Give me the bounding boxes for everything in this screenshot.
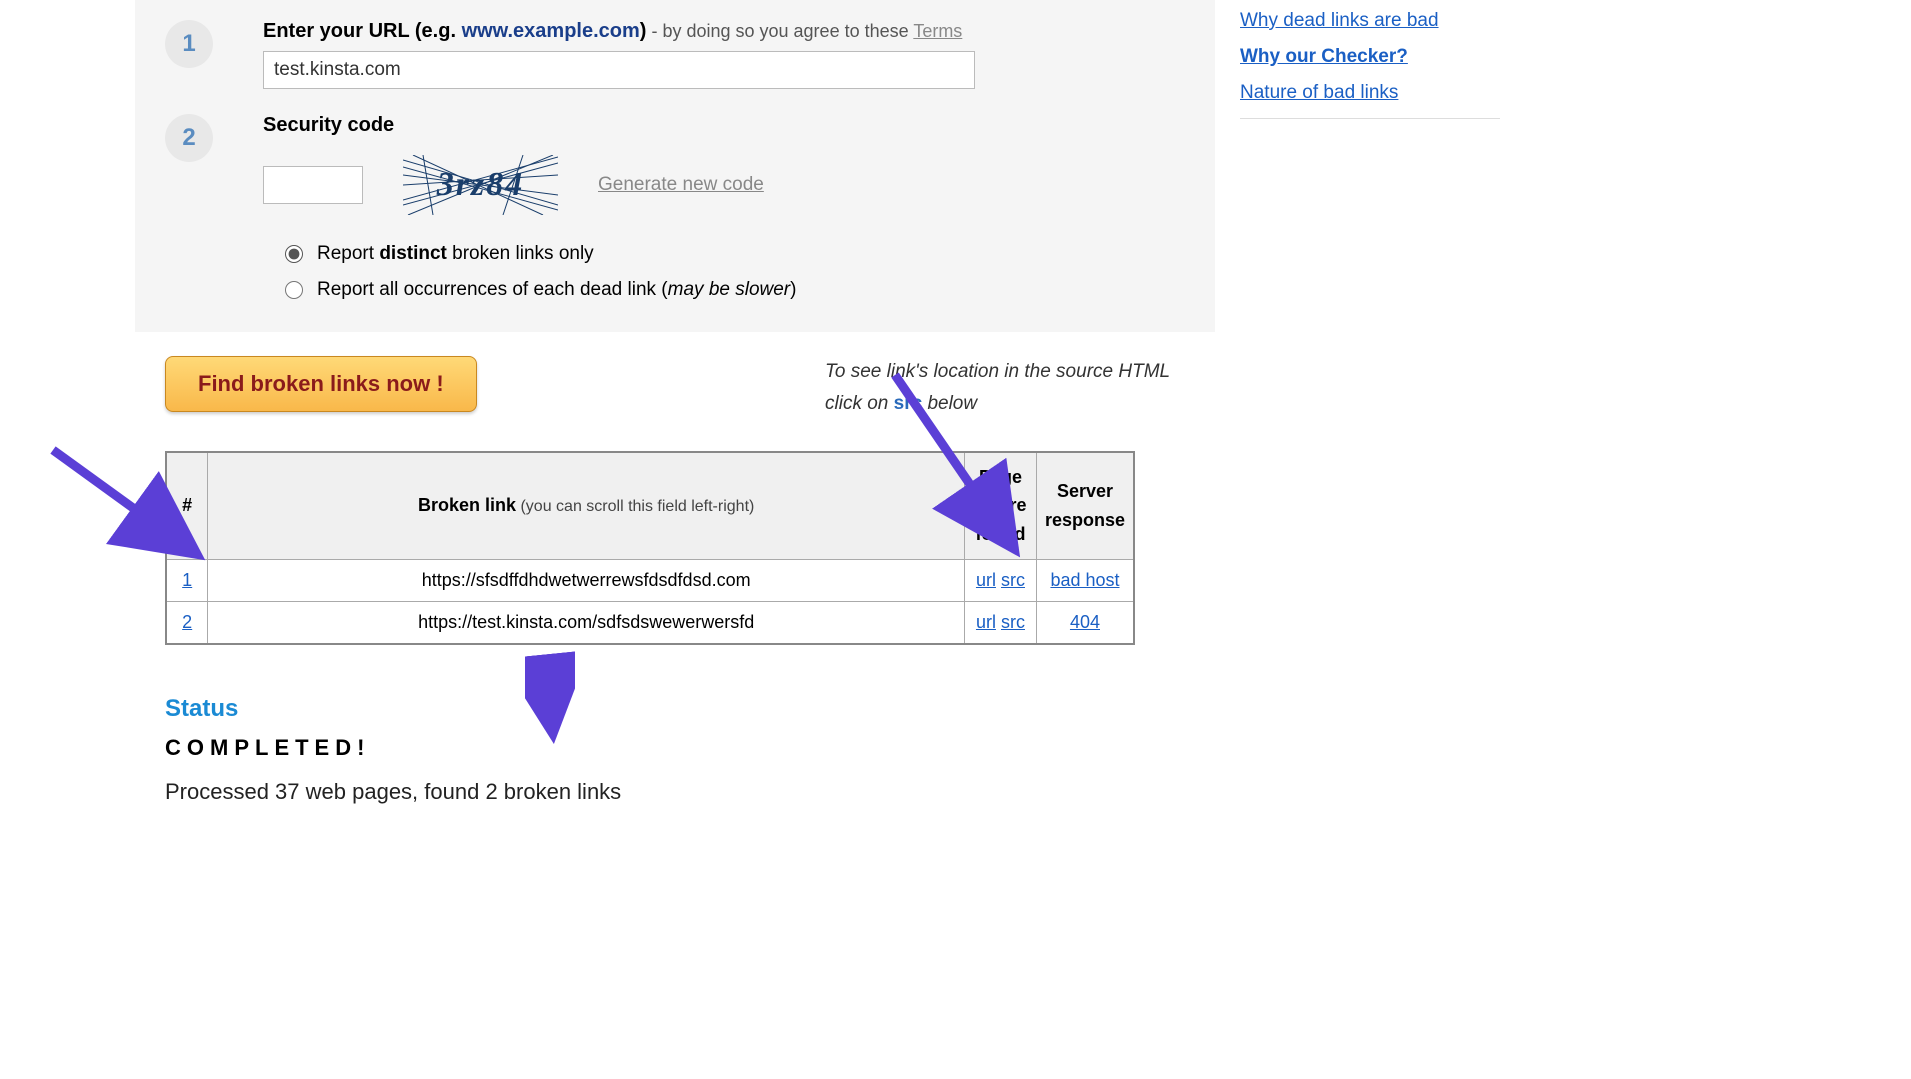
col-header-page-found: Page where found	[964, 452, 1036, 560]
find-broken-links-button[interactable]: Find broken links now !	[165, 356, 477, 412]
sidebar-link-nature[interactable]: Nature of bad links	[1240, 82, 1500, 104]
enter-url-label: Enter your URL	[263, 20, 409, 42]
step-1-content: Enter your URL (e.g. www.example.com) - …	[263, 20, 1185, 89]
found-url-link[interactable]: url	[976, 612, 996, 632]
server-response-link[interactable]: 404	[1070, 612, 1100, 632]
r1p: Report	[317, 243, 379, 264]
security-row: 3rz84 Generate new code	[263, 155, 1185, 215]
radio-distinct-label: Report distinct broken links only	[317, 243, 594, 265]
url-input[interactable]	[263, 51, 975, 89]
server-response-link[interactable]: bad host	[1050, 570, 1119, 590]
bl-head-hint: (you can scroll this field left-right)	[516, 498, 754, 515]
row-number-link[interactable]: 1	[182, 570, 192, 590]
found-url-link[interactable]: url	[976, 570, 996, 590]
step-2-row: 2 Security code 3rz84	[165, 114, 1185, 315]
form-panel: 1 Enter your URL (e.g. www.example.com) …	[135, 0, 1215, 340]
results-top: Find broken links now ! To see link's lo…	[165, 356, 1185, 421]
src-hint: To see link's location in the source HTM…	[825, 356, 1185, 421]
col-header-broken-link: Broken link (you can scroll this field l…	[208, 452, 965, 560]
col-header-number: #	[166, 452, 208, 560]
r2p: Report all occurrences of each dead link…	[317, 279, 668, 300]
step-2-content: Security code 3rz84 Gener	[263, 114, 1185, 315]
step-2-badge: 2	[165, 114, 213, 162]
radio-all-row[interactable]: Report all occurrences of each dead link…	[285, 279, 1185, 301]
step-1-badge: 1	[165, 20, 213, 68]
col-header-server-response: Server response	[1036, 452, 1134, 560]
step-1-row: 1 Enter your URL (e.g. www.example.com) …	[165, 20, 1185, 89]
bl-head-main: Broken link	[418, 495, 516, 515]
sidebar: Why dead links are bad Why our Checker? …	[1240, 10, 1500, 119]
eg-prefix: (e.g.	[409, 20, 461, 42]
hint-line2a: click on	[825, 393, 894, 414]
radio-all[interactable]	[285, 281, 303, 299]
found-src-link[interactable]: src	[1001, 612, 1025, 632]
radio-distinct[interactable]	[285, 245, 303, 263]
step-1-label: Enter your URL (e.g. www.example.com) - …	[263, 20, 1185, 43]
example-url: www.example.com	[462, 20, 640, 42]
sidebar-link-why-checker[interactable]: Why our Checker?	[1240, 46, 1500, 68]
hint-line1: To see link's location in the source HTM…	[825, 361, 1170, 382]
terms-link[interactable]: Terms	[913, 21, 962, 41]
agree-text: - by doing so you agree to these	[646, 21, 913, 41]
radio-distinct-row[interactable]: Report distinct broken links only	[285, 243, 1185, 265]
hint-line2b: below	[922, 393, 977, 414]
r1b: distinct	[379, 243, 447, 264]
sidebar-link-dead-links[interactable]: Why dead links are bad	[1240, 10, 1500, 32]
generate-code-link[interactable]: Generate new code	[598, 174, 764, 196]
row-number-link[interactable]: 2	[182, 612, 192, 632]
results-panel: Find broken links now ! To see link's lo…	[135, 332, 1215, 829]
security-code-label: Security code	[263, 114, 1185, 137]
hint-src-word: src	[894, 393, 923, 414]
radio-all-label: Report all occurrences of each dead link…	[317, 279, 796, 301]
captcha-scratch-icon	[403, 155, 558, 215]
table-row: 2 https://test.kinsta.com/sdfsdswewerwer…	[166, 601, 1134, 644]
status-title: Status	[165, 695, 1185, 723]
broken-link-cell: https://test.kinsta.com/sdfsdswewerwersf…	[208, 601, 965, 644]
table-row: 1 https://sfsdffdhdwetwerrewsfdsdfdsd.co…	[166, 559, 1134, 601]
r1s: broken links only	[447, 243, 594, 264]
captcha-image: 3rz84	[403, 155, 558, 215]
broken-link-cell: https://sfsdffdhdwetwerrewsfdsdfdsd.com	[208, 559, 965, 601]
sidebar-divider	[1240, 118, 1500, 119]
results-table: # Broken link (you can scroll this field…	[165, 451, 1135, 645]
r2s: )	[790, 279, 796, 300]
status-completed: COMPLETED!	[165, 735, 1185, 761]
r2i: may be slower	[668, 279, 791, 300]
security-code-input[interactable]	[263, 166, 363, 204]
found-src-link[interactable]: src	[1001, 570, 1025, 590]
report-options: Report distinct broken links only Report…	[285, 243, 1185, 301]
status-block: Status COMPLETED! Processed 37 web pages…	[165, 695, 1185, 805]
status-summary: Processed 37 web pages, found 2 broken l…	[165, 779, 1185, 805]
